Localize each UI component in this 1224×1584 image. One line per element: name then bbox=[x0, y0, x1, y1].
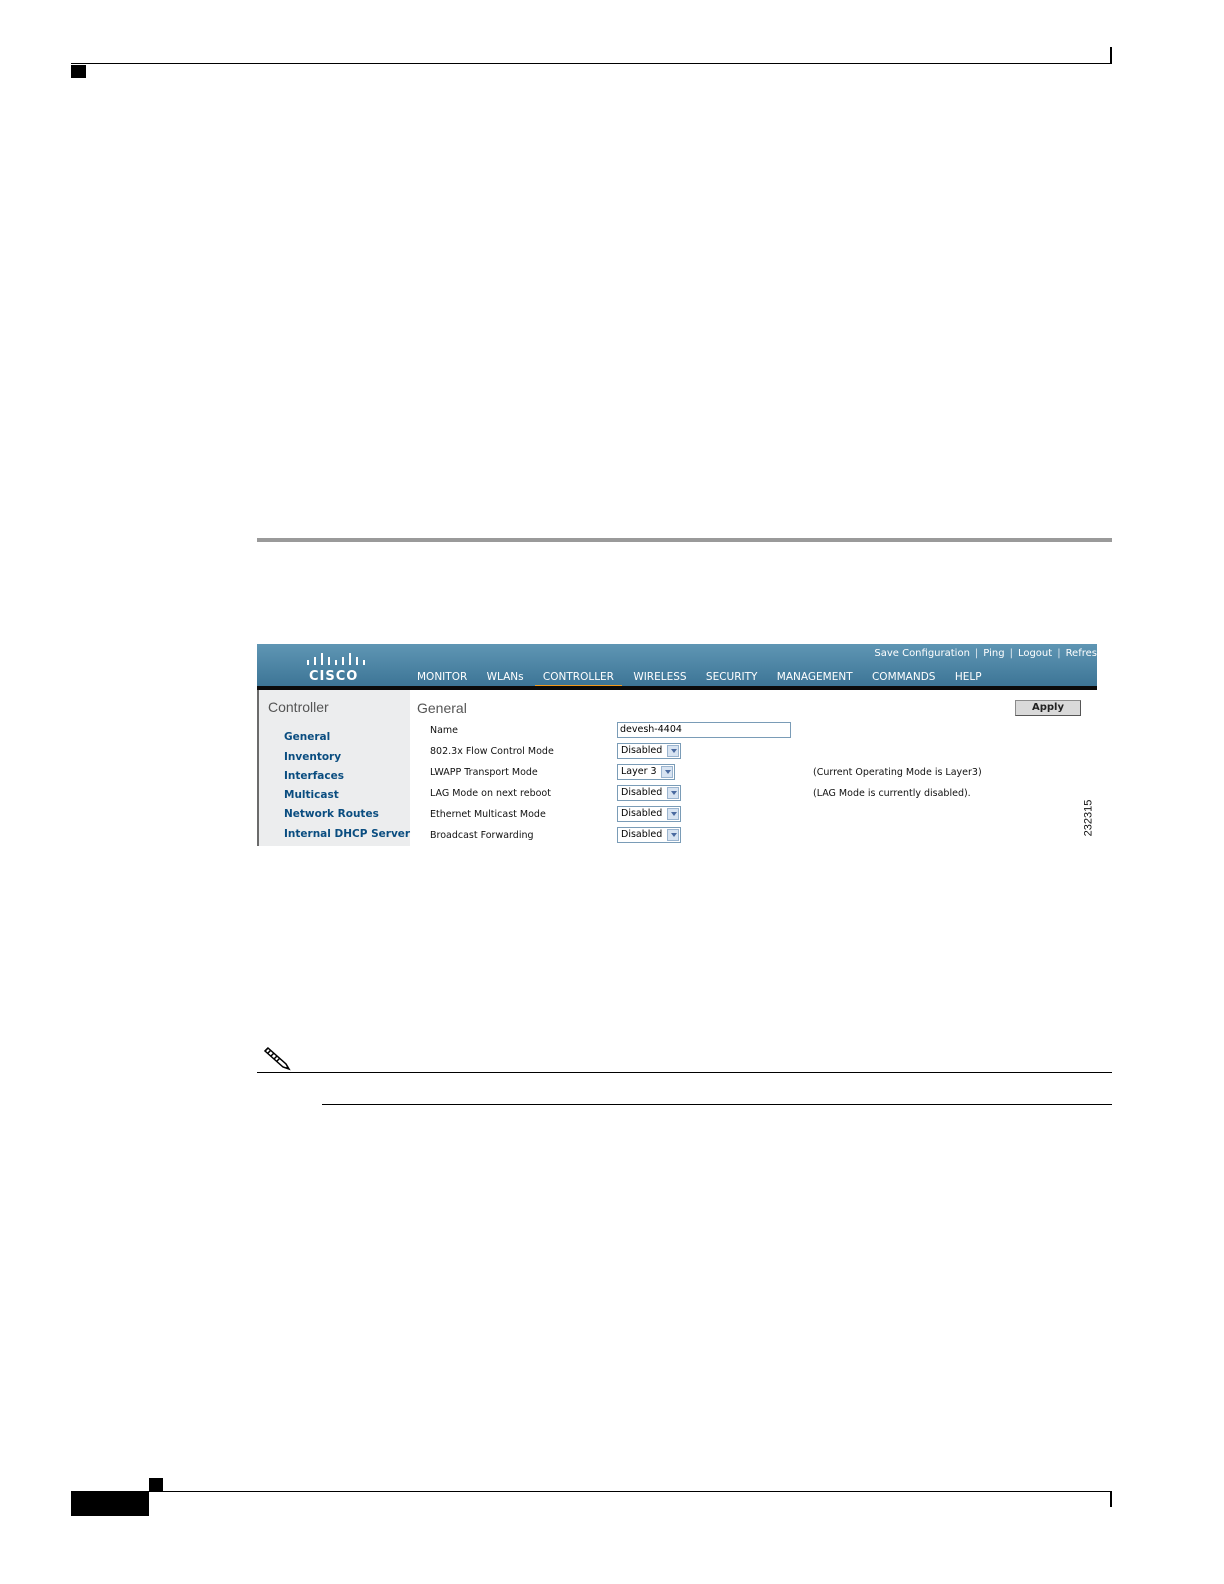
flow-control-label: 802.3x Flow Control Mode bbox=[430, 746, 554, 757]
name-label: Name bbox=[430, 725, 459, 736]
ethernet-multicast-label: Ethernet Multicast Mode bbox=[430, 809, 546, 820]
figure-id-text: 232315 bbox=[1082, 799, 1095, 837]
flow-control-value: Disabled bbox=[621, 745, 663, 756]
utility-links: Save Configuration | Ping | Logout | Refres bbox=[874, 648, 1097, 659]
figure-id: 232315 bbox=[1082, 800, 1098, 840]
nav-monitor[interactable]: MONITOR bbox=[417, 671, 467, 683]
cisco-logo-text: CISCO bbox=[309, 669, 359, 684]
header-tick bbox=[1110, 47, 1112, 64]
sidebar-title: Controller bbox=[268, 699, 329, 715]
sidebar-item-general[interactable]: General bbox=[284, 731, 330, 743]
lwapp-transport-note: (Current Operating Mode is Layer3) bbox=[813, 767, 982, 778]
lag-mode-value: Disabled bbox=[621, 787, 663, 798]
lwapp-transport-select[interactable]: Layer 3 bbox=[617, 764, 675, 780]
app-header: CISCO Save Configuration | Ping | Logout | Ref… bbox=[257, 644, 1097, 686]
chevron-down-icon[interactable] bbox=[667, 745, 679, 757]
footer-page-block bbox=[71, 1492, 149, 1516]
note-rule-top bbox=[257, 1072, 1112, 1073]
apply-button[interactable]: Apply bbox=[1015, 700, 1081, 716]
header-marker bbox=[71, 65, 86, 78]
section-divider bbox=[257, 538, 1112, 542]
note-rule-bottom bbox=[322, 1104, 1112, 1105]
sidebar-item-internal-dhcp-server[interactable]: Internal DHCP Server bbox=[284, 828, 410, 840]
pencil-note-icon bbox=[263, 1046, 291, 1071]
nav-commands[interactable]: COMMANDS bbox=[872, 671, 936, 683]
lag-mode-note: (LAG Mode is currently disabled). bbox=[813, 788, 971, 799]
broadcast-forwarding-value: Disabled bbox=[621, 829, 663, 840]
ping-link[interactable]: Ping bbox=[983, 648, 1004, 659]
ethernet-multicast-value: Disabled bbox=[621, 808, 663, 819]
main-nav: MONITOR WLANs CONTROLLER WIRELESS SECURI… bbox=[417, 671, 998, 683]
lag-mode-label: LAG Mode on next reboot bbox=[430, 788, 551, 799]
controller-screenshot: CISCO Save Configuration | Ping | Logout | Ref… bbox=[257, 644, 1097, 846]
logout-link[interactable]: Logout bbox=[1018, 648, 1052, 659]
nav-help[interactable]: HELP bbox=[955, 671, 982, 683]
refresh-link[interactable]: Refres bbox=[1066, 648, 1097, 659]
sidebar-item-inventory[interactable]: Inventory bbox=[284, 751, 341, 763]
chevron-down-icon[interactable] bbox=[661, 766, 673, 778]
broadcast-forwarding-label: Broadcast Forwarding bbox=[430, 830, 534, 841]
ethernet-multicast-select[interactable]: Disabled bbox=[617, 806, 681, 822]
flow-control-select[interactable]: Disabled bbox=[617, 743, 681, 759]
nav-wireless[interactable]: WIRELESS bbox=[633, 671, 686, 683]
sidebar-item-network-routes[interactable]: Network Routes bbox=[284, 808, 379, 820]
nav-wlans[interactable]: WLANs bbox=[487, 671, 524, 683]
footer-rule bbox=[71, 1491, 1112, 1492]
sidebar-item-interfaces[interactable]: Interfaces bbox=[284, 770, 344, 782]
broadcast-forwarding-select[interactable]: Disabled bbox=[617, 827, 681, 843]
lwapp-transport-label: LWAPP Transport Mode bbox=[430, 767, 538, 778]
sidebar-item-multicast[interactable]: Multicast bbox=[284, 789, 339, 801]
chevron-down-icon[interactable] bbox=[667, 808, 679, 820]
nav-controller[interactable]: CONTROLLER bbox=[543, 671, 614, 683]
sidebar: Controller General Inventory Interfaces … bbox=[257, 690, 410, 846]
save-configuration-link[interactable]: Save Configuration bbox=[874, 648, 970, 659]
header-rule bbox=[71, 63, 1112, 64]
nav-management[interactable]: MANAGEMENT bbox=[777, 671, 853, 683]
lag-mode-select[interactable]: Disabled bbox=[617, 785, 681, 801]
lwapp-transport-value: Layer 3 bbox=[621, 766, 657, 777]
name-input[interactable]: devesh-4404 bbox=[617, 722, 791, 738]
footer-tick bbox=[1110, 1492, 1112, 1507]
chevron-down-icon[interactable] bbox=[667, 787, 679, 799]
footer-marker bbox=[149, 1478, 163, 1492]
chevron-down-icon[interactable] bbox=[667, 829, 679, 841]
page-title: General bbox=[417, 700, 467, 716]
nav-security[interactable]: SECURITY bbox=[706, 671, 758, 683]
